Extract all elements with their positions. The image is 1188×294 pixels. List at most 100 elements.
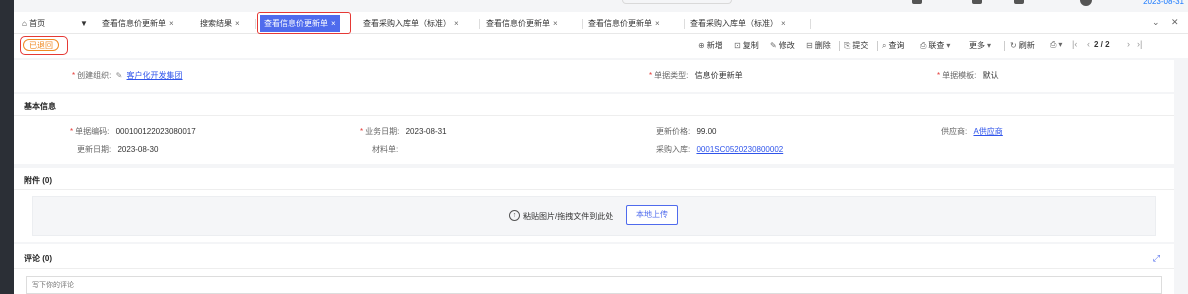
- tabs-overflow-icon[interactable]: ⌄: [1152, 17, 1160, 28]
- pencil-icon[interactable]: ✎: [116, 71, 123, 80]
- tab-divider: [479, 19, 480, 29]
- next-page-icon[interactable]: ›: [1127, 39, 1130, 49]
- home-icon: ⌂: [22, 19, 27, 28]
- tab-price-update-3[interactable]: 查看信息价更新单 ×: [588, 16, 660, 32]
- delete-button[interactable]: ⊟ 删除: [806, 40, 831, 51]
- tab-label: 查看信息价更新单: [588, 19, 652, 28]
- toolbar-divider: [877, 41, 878, 51]
- trash-icon: ⊟: [806, 41, 813, 50]
- local-upload-button[interactable]: 本地上传: [626, 205, 678, 225]
- field-value: 000100122023080017: [115, 127, 196, 136]
- comment-input-box: [26, 276, 1162, 294]
- field-label: 材料单:: [372, 145, 399, 154]
- expand-icon[interactable]: ⤢: [1153, 253, 1160, 264]
- refresh-icon: ↻: [1010, 41, 1017, 50]
- highlight-outline: [257, 12, 351, 34]
- tab-label: 查看采购入库单（标准）: [690, 19, 778, 28]
- caret-down-icon: ▾: [987, 41, 992, 50]
- tab-price-update-1[interactable]: 查看信息价更新单 ×: [102, 16, 174, 32]
- prev-page-icon[interactable]: ‹: [1087, 39, 1090, 49]
- print-button[interactable]: ⎙ ▾: [1050, 40, 1064, 50]
- caret-down-icon: ▾: [946, 41, 951, 50]
- field-value: 99.00: [696, 127, 717, 136]
- linked-query-button[interactable]: ⎙ 联查 ▾: [920, 40, 952, 51]
- close-icon[interactable]: ×: [553, 19, 558, 28]
- tab-search-results[interactable]: 搜索结果 ×: [200, 16, 240, 32]
- link-doc-icon: ⎙: [920, 41, 927, 50]
- copy-button[interactable]: ⊡ 复制: [734, 40, 759, 51]
- purchase-receipt-field: 采购入库: 0001SC0520230800002: [656, 144, 783, 155]
- app-left-strip: [0, 0, 14, 294]
- field-value: 默认: [982, 71, 999, 80]
- close-icon[interactable]: ×: [655, 19, 660, 28]
- field-value: 信息价更新单: [694, 71, 743, 80]
- caret-down-icon: ▾: [1058, 40, 1063, 49]
- top-bar: 2023-08-31: [14, 0, 1188, 12]
- field-label: 采购入库:: [656, 145, 691, 154]
- section-title: 基本信息: [24, 102, 56, 111]
- close-icon[interactable]: ×: [169, 19, 174, 28]
- doc-no-field: * 单据编码: 000100122023080017: [70, 126, 196, 137]
- close-icon[interactable]: ×: [454, 19, 459, 28]
- tab-divider: [684, 19, 685, 29]
- section-divider: [14, 268, 1174, 269]
- tab-label: 首页: [29, 19, 46, 28]
- toolbar-divider: [1004, 41, 1005, 51]
- add-doc-icon: ⊕: [698, 41, 705, 50]
- first-page-icon[interactable]: |‹: [1072, 39, 1077, 49]
- material-field: 材料单:: [372, 144, 402, 155]
- section-divider: [14, 189, 1174, 190]
- new-button[interactable]: ⊕ 新增: [698, 40, 723, 51]
- field-label: 单据模板:: [942, 71, 977, 80]
- more-button[interactable]: 更多 ▾: [969, 40, 993, 51]
- tab-label: 查看采购入库单（标准）: [363, 19, 451, 28]
- field-label: 单据类型:: [654, 71, 689, 80]
- doc-type-field: * 单据类型: 信息价更新单: [649, 70, 743, 81]
- required-mark: *: [70, 127, 74, 136]
- supplier-link[interactable]: A供应商: [973, 127, 1002, 136]
- action-toolbar: 已退回 ⊕ 新增 ⊡ 复制 ✎ 修改 ⊟ 删除 ⎘ 提交 ⌕ 查询 ⎙ 联查 ▾ 更多 ▾ ↻ 刷新…: [14, 34, 1188, 58]
- field-value: 2023-08-31: [405, 127, 447, 136]
- tab-dropdown[interactable]: ▼: [80, 16, 88, 32]
- highlight-outline: [20, 36, 68, 55]
- field-label: 业务日期:: [365, 127, 400, 136]
- close-icon[interactable]: ×: [235, 19, 240, 28]
- field-label: 更新日期:: [77, 145, 112, 154]
- current-date: 2023-08-31: [1143, 0, 1184, 6]
- edit-button[interactable]: ✎ 修改: [770, 40, 795, 51]
- close-all-icon[interactable]: ✕: [1171, 17, 1179, 28]
- tab-divider: [255, 19, 256, 29]
- right-gutter: [1174, 58, 1188, 294]
- required-mark: *: [360, 127, 364, 136]
- field-label: 单据编码:: [75, 127, 110, 136]
- tab-purchase-receipt-2[interactable]: 查看采购入库单（标准） ×: [690, 16, 786, 32]
- avatar[interactable]: [1080, 0, 1092, 6]
- search-pill[interactable]: [622, 0, 732, 4]
- tab-home[interactable]: ⌂ 首页: [22, 16, 45, 32]
- copy-icon: ⊡: [734, 41, 741, 50]
- paste-hint: 粘贴图片/拖拽文件到此处: [523, 212, 614, 221]
- comment-input[interactable]: [27, 277, 1161, 293]
- field-label: 创建组织:: [77, 71, 112, 80]
- close-icon[interactable]: ×: [781, 19, 786, 28]
- submit-button[interactable]: ⎘ 提交: [844, 40, 868, 51]
- last-page-icon[interactable]: ›|: [1137, 39, 1142, 49]
- pencil-icon: ✎: [770, 41, 777, 50]
- submit-icon: ⎘: [844, 41, 851, 50]
- org-link[interactable]: 客户化开发集团: [127, 71, 183, 80]
- toolbar-icon[interactable]: [972, 0, 982, 4]
- tab-label: 查看信息价更新单: [486, 19, 550, 28]
- refresh-button[interactable]: ↻ 刷新: [1010, 40, 1035, 51]
- page-indicator: 2 / 2: [1094, 40, 1110, 49]
- toolbar-icon[interactable]: [1014, 0, 1024, 4]
- tab-purchase-receipt-1[interactable]: 查看采购入库单（标准） ×: [363, 16, 459, 32]
- header-fields-card: [14, 60, 1174, 92]
- tab-price-update-2[interactable]: 查看信息价更新单 ×: [486, 16, 558, 32]
- toolbar-icon[interactable]: [912, 0, 922, 4]
- section-title: 附件 (0): [24, 176, 52, 185]
- biz-date-field: * 业务日期: 2023-08-31: [360, 126, 447, 137]
- tab-divider: [582, 19, 583, 29]
- search-icon: ⌕: [882, 41, 887, 50]
- purchase-receipt-link[interactable]: 0001SC0520230800002: [696, 145, 783, 154]
- query-button[interactable]: ⌕ 查询: [882, 40, 904, 51]
